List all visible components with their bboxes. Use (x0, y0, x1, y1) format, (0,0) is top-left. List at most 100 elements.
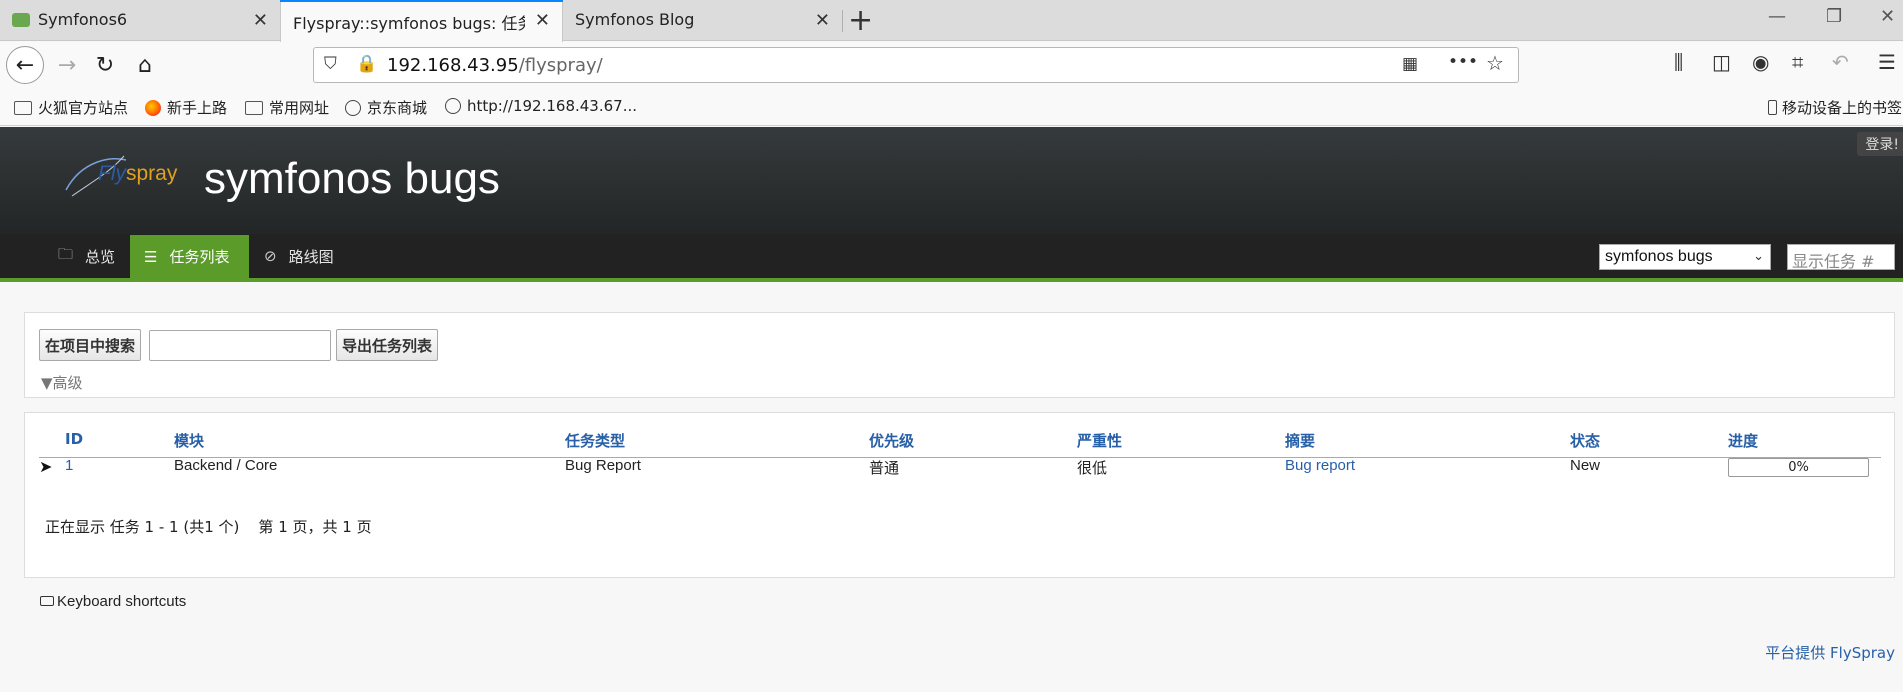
tab-title: Symfonos Blog (575, 10, 695, 29)
insecure-lock-icon[interactable]: 🔒 (356, 54, 377, 74)
tab-title: Flyspray::symfonos bugs: 任务列表 (293, 14, 525, 33)
site-title[interactable]: symfonos bugs (204, 154, 500, 204)
globe-icon (345, 99, 361, 116)
bookmark-label: 常用网址 (269, 99, 330, 117)
tab-symfonos-blog[interactable]: Symfonos Blog ✕ (563, 0, 842, 41)
undo-icon[interactable]: ↶ (1832, 50, 1849, 74)
mobile-device-icon (1768, 100, 1777, 115)
folder-icon (14, 100, 32, 115)
project-select[interactable]: symfonos bugs ⌄ (1599, 244, 1771, 270)
forward-arrow-icon[interactable]: → (48, 46, 86, 84)
tab-symfonos6[interactable]: Symfonos6 ✕ (0, 0, 280, 41)
restore-icon[interactable]: ❐ (1826, 6, 1842, 27)
column-header-severity[interactable]: 严重性 (1077, 430, 1122, 451)
expand-arrow-icon[interactable]: ➤ (39, 457, 52, 476)
menu-item-roadmap[interactable]: ⊘ 路线图 (250, 234, 348, 278)
column-header-progress[interactable]: 进度 (1728, 430, 1758, 451)
browser-nav-bar: ← → ↻ ⌂ ⛉ 🔒 192.168.43.95/flyspray/ ▦ ••… (0, 42, 1903, 86)
tab-title: Symfonos6 (38, 10, 128, 29)
bookmark-label: 移动设备上的书签 (1782, 99, 1903, 117)
bookmark-item[interactable]: 常用网址 (245, 97, 329, 118)
task-number-input[interactable]: 显示任务 # (1787, 244, 1895, 271)
project-select-value: symfonos bugs (1605, 248, 1713, 265)
paging-info: 正在显示 任务 1 - 1 (共1 个) 第 1 页，共 1 页 (45, 518, 372, 536)
login-button[interactable]: 登录! (1857, 132, 1903, 156)
close-tab-icon[interactable]: ✕ (815, 10, 830, 31)
screenshot-crop-icon[interactable]: ⌗ (1792, 50, 1803, 74)
advanced-toggle[interactable]: ▼高级 (41, 372, 83, 393)
account-icon[interactable]: ◉ (1752, 50, 1769, 74)
globe-icon (445, 98, 461, 114)
window-close-icon[interactable]: ✕ (1880, 6, 1895, 27)
bookmark-label: 新手上路 (167, 99, 228, 117)
bookmark-item[interactable]: 新手上路 (145, 97, 227, 118)
task-priority: 普通 (869, 460, 900, 477)
menu-item-tasklist[interactable]: ☰ 任务列表 (130, 235, 249, 278)
compass-icon: ⊘ (264, 247, 277, 265)
task-number-placeholder: 显示任务 # (1792, 252, 1875, 271)
url-bar[interactable]: ⛉ 🔒 192.168.43.95/flyspray/ ▦ ••• ☆ (313, 47, 1519, 83)
column-header-type[interactable]: 任务类型 (565, 430, 625, 451)
bookmark-item[interactable]: 火狐官方站点 (14, 97, 128, 118)
footer-powered-by[interactable]: 平台提供 FlySpray (1765, 642, 1895, 663)
close-tab-icon[interactable]: ✕ (253, 10, 268, 31)
flyspray-logo[interactable]: Flyspray (62, 152, 180, 200)
tab-flyspray[interactable]: Flyspray::symfonos bugs: 任务列表 ✕ (280, 0, 563, 42)
close-tab-icon[interactable]: ✕ (535, 10, 550, 31)
table-header-divider (39, 457, 1881, 458)
bookmark-label: 京东商城 (367, 99, 428, 117)
menu-item-overview[interactable]: 🗀 总览 (44, 234, 129, 278)
task-status: New (1570, 457, 1601, 474)
browser-tab-bar: Symfonos6 ✕ Flyspray::symfonos bugs: 任务列… (0, 0, 1903, 42)
search-input[interactable] (149, 330, 331, 361)
task-table: ID 模块 任务类型 优先级 严重性 摘要 状态 进度 ➤ 1 Backend … (24, 412, 1895, 578)
bookmark-label: http://192.168.43.67... (467, 97, 637, 115)
bookmarks-bar: 火狐官方站点 新手上路 常用网址 京东商城 http://192.168.43.… (0, 86, 1903, 126)
url-text[interactable]: 192.168.43.95/flyspray/ (387, 55, 603, 76)
column-header-summary[interactable]: 摘要 (1285, 430, 1315, 451)
task-summary-link[interactable]: Bug report (1285, 457, 1355, 474)
search-panel: 在项目中搜索 导出任务列表 ▼高级 (24, 312, 1895, 398)
column-header-status[interactable]: 状态 (1570, 430, 1600, 451)
library-icon[interactable]: ⫼ (1674, 50, 1683, 74)
search-project-button[interactable]: 在项目中搜索 (39, 329, 141, 361)
menu-label: 总览 (85, 247, 116, 266)
minimize-icon[interactable]: — (1768, 6, 1786, 27)
folder-icon: 🗀 (58, 244, 74, 263)
back-arrow-icon[interactable]: ← (6, 46, 44, 84)
column-header-category[interactable]: 模块 (174, 430, 204, 451)
column-header-priority[interactable]: 优先级 (869, 430, 914, 451)
flyspray-header: 登录! Flyspray symfonos bugs (0, 127, 1903, 234)
tab-favicon-icon (12, 13, 30, 27)
progress-label: 0% (1788, 460, 1809, 475)
reload-icon[interactable]: ↻ (86, 46, 124, 84)
keyboard-icon (40, 596, 54, 606)
chevron-down-icon: ⌄ (1753, 248, 1764, 263)
task-progress-bar: 0% (1728, 458, 1869, 477)
shield-icon[interactable]: ⛉ (324, 54, 337, 74)
more-actions-icon[interactable]: ••• (1448, 52, 1478, 72)
home-icon[interactable]: ⌂ (126, 46, 164, 84)
keyboard-shortcuts-label: Keyboard shortcuts (57, 593, 187, 610)
bookmark-star-icon[interactable]: ☆ (1486, 51, 1504, 75)
tab-separator (842, 10, 843, 32)
url-host: 192.168.43.95 (387, 55, 519, 76)
qr-code-icon[interactable]: ▦ (1402, 54, 1418, 74)
export-tasklist-button[interactable]: 导出任务列表 (336, 329, 438, 361)
bookmark-item[interactable]: 京东商城 (345, 97, 427, 118)
new-tab-icon[interactable]: + (848, 3, 873, 38)
keyboard-shortcuts-link[interactable]: Keyboard shortcuts (40, 593, 186, 610)
mobile-bookmarks[interactable]: 移动设备上的书签 (1768, 97, 1902, 118)
column-header-id[interactable]: ID (65, 430, 83, 448)
task-type: Bug Report (565, 457, 641, 474)
task-severity: 很低 (1077, 460, 1108, 477)
menu-hamburger-icon[interactable]: ☰ (1878, 50, 1896, 74)
list-icon: ☰ (144, 247, 158, 266)
task-id-link[interactable]: 1 (65, 457, 73, 474)
firefox-icon (145, 99, 161, 116)
bookmark-item[interactable]: http://192.168.43.67... (445, 97, 637, 115)
url-path: /flyspray/ (518, 55, 603, 76)
sidebar-icon[interactable]: ◫ (1712, 50, 1731, 74)
main-menu: 🗀 总览 ☰ 任务列表 ⊘ 路线图 symfonos bugs ⌄ 显示任务 # (0, 234, 1903, 282)
menu-label: 任务列表 (169, 248, 230, 266)
